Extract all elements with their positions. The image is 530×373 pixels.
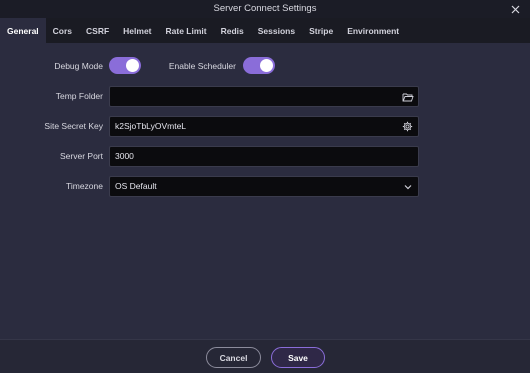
tab-general[interactable]: General	[0, 18, 46, 43]
folder-open-icon[interactable]	[401, 90, 414, 103]
tab-label: Cors	[52, 25, 73, 36]
tab-cors[interactable]: Cors	[46, 18, 79, 43]
debug-mode-toggle[interactable]	[109, 57, 141, 74]
tab-bar: General Cors CSRF Helmet Rate Limit Redi…	[0, 18, 530, 44]
cancel-button[interactable]: Cancel	[206, 347, 261, 368]
enable-scheduler-label: Enable Scheduler	[168, 61, 236, 71]
tab-csrf[interactable]: CSRF	[79, 18, 116, 43]
gear-icon[interactable]	[401, 120, 414, 133]
save-button[interactable]: Save	[271, 347, 325, 368]
chevron-down-icon[interactable]	[401, 180, 414, 193]
enable-scheduler-toggle[interactable]	[243, 57, 275, 74]
tab-label: General	[7, 25, 39, 36]
timezone-value: OS Default	[115, 181, 157, 191]
site-secret-key-label: Site Secret Key	[44, 121, 103, 131]
debug-mode-label: Debug Mode	[54, 61, 103, 71]
settings-dialog: Server Connect Settings General Cors CSR…	[0, 0, 530, 373]
temp-folder-label: Temp Folder	[55, 91, 103, 101]
tab-label: Helmet	[123, 25, 152, 36]
server-port-label: Server Port	[60, 151, 103, 161]
tab-label: Stripe	[309, 25, 334, 36]
tab-label: Environment	[347, 25, 400, 36]
window-title: Server Connect Settings	[213, 3, 317, 14]
general-settings-panel: Debug Mode Enable Scheduler Temp Folder …	[0, 44, 530, 339]
tab-redis[interactable]: Redis	[214, 18, 251, 43]
toggle-knob	[260, 59, 273, 72]
timezone-label: Timezone	[65, 181, 103, 191]
tab-label: Rate Limit	[165, 25, 207, 36]
tab-stripe[interactable]: Stripe	[302, 18, 340, 43]
site-secret-key-input[interactable]: k2SjoTbLyOVmteL	[109, 116, 419, 137]
tab-sessions[interactable]: Sessions	[251, 18, 302, 43]
timezone-select[interactable]: OS Default	[109, 176, 419, 197]
tab-label: Sessions	[257, 25, 296, 36]
server-port-value: 3000	[115, 151, 134, 161]
temp-folder-input[interactable]	[109, 86, 419, 107]
title-bar: Server Connect Settings	[0, 0, 530, 18]
close-icon[interactable]	[508, 0, 522, 18]
tab-label: CSRF	[86, 25, 110, 36]
tab-label: Redis	[220, 25, 244, 36]
toggle-knob	[126, 59, 139, 72]
dialog-footer: Cancel Save	[0, 339, 530, 373]
site-secret-key-value: k2SjoTbLyOVmteL	[115, 121, 187, 131]
server-port-input[interactable]: 3000	[109, 146, 419, 167]
tab-environment[interactable]: Environment	[340, 18, 406, 43]
tab-helmet[interactable]: Helmet	[116, 18, 158, 43]
tab-rate-limit[interactable]: Rate Limit	[159, 18, 214, 43]
